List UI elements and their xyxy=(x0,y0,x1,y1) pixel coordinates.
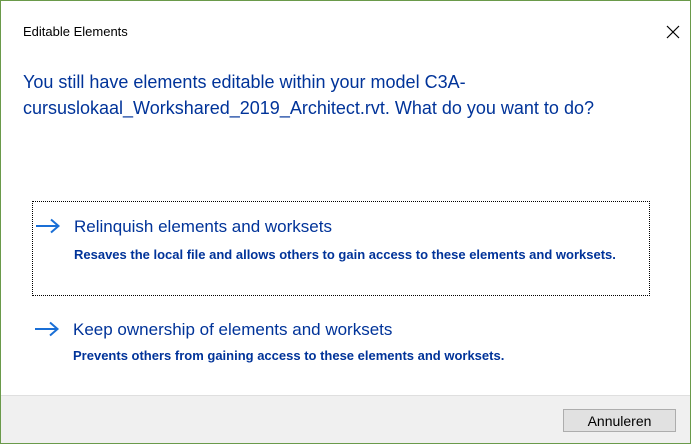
cancel-button[interactable]: Annuleren xyxy=(563,409,676,432)
editable-elements-dialog: Editable Elements You still have element… xyxy=(0,0,691,444)
window-title: Editable Elements xyxy=(23,24,128,39)
keep-ownership-command-link[interactable]: Keep ownership of elements and worksets … xyxy=(32,313,650,369)
main-instruction: You still have elements editable within … xyxy=(23,72,594,118)
arrow-right-icon xyxy=(36,218,61,234)
dialog-footer: Annuleren xyxy=(1,395,690,443)
relinquish-command-link[interactable]: Relinquish elements and worksets Resaves… xyxy=(32,201,650,296)
close-icon xyxy=(666,25,680,39)
command-title: Keep ownership of elements and worksets xyxy=(73,320,393,339)
arrow-right-icon xyxy=(35,321,60,337)
command-description: Prevents others from gaining access to t… xyxy=(73,348,505,363)
command-description: Resaves the local file and allows others… xyxy=(74,247,616,262)
title-bar: Editable Elements xyxy=(1,1,690,39)
close-button[interactable] xyxy=(656,15,690,49)
command-title: Relinquish elements and worksets xyxy=(74,217,332,236)
